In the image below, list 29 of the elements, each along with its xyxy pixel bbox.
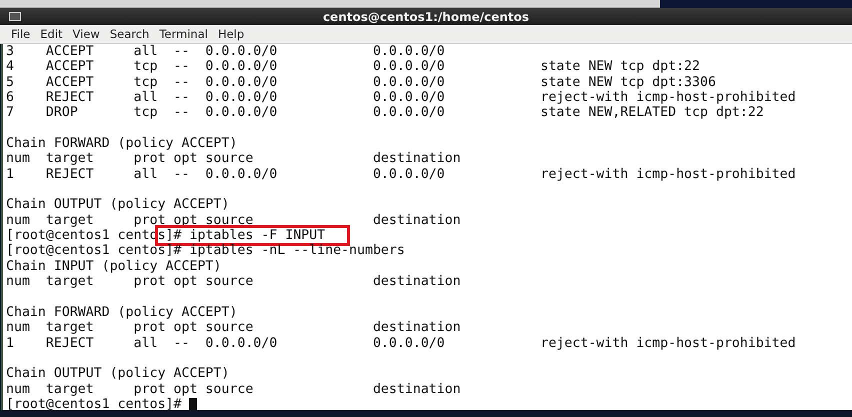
terminal-line: 5 ACCEPT tcp -- 0.0.0.0/0 0.0.0.0/0 state NEW tcp dpt:3306 <box>6 74 716 90</box>
menu-item[interactable]: Terminal <box>154 27 213 41</box>
terminal-line: 1 REJECT all -- 0.0.0.0/0 0.0.0.0/0 reject-with icmp-host-prohibited <box>6 336 796 351</box>
menu-item[interactable]: Help <box>212 27 250 41</box>
terminal-line: Chain FORWARD (policy ACCEPT) <box>6 136 238 152</box>
menu-item[interactable]: Search <box>104 27 154 41</box>
terminal-line: num target prot opt source destination <box>6 382 461 397</box>
terminal-line: 4 ACCEPT tcp -- 0.0.0.0/0 0.0.0.0/0 state NEW tcp dpt:22 <box>6 59 700 75</box>
terminal-line: num target prot opt source destination <box>6 212 461 228</box>
menu-item[interactable]: File <box>6 27 36 41</box>
terminal-line: num target prot opt source destination <box>6 274 461 290</box>
highlighted-command: s]# iptables -F INPUT <box>158 228 348 244</box>
terminal-line: num target prot opt source destination <box>6 151 461 167</box>
menu-item[interactable]: Edit <box>35 27 68 41</box>
terminal-line: Chain OUTPUT (policy ACCEPT) <box>6 366 230 382</box>
window-title: centos@centos1:/home/centos <box>322 10 530 24</box>
terminal-line: 7 DROP tcp -- 0.0.0.0/0 0.0.0.0/0 state NEW,RELATED tcp dpt:22 <box>6 105 764 121</box>
terminal-line: 6 REJECT all -- 0.0.0.0/0 0.0.0.0/0 reject-with icmp-host-prohibited <box>6 90 796 106</box>
terminal-line: num target prot opt source destination <box>6 320 461 336</box>
menu-item[interactable]: View <box>68 27 105 41</box>
terminal-line: [root@centos1 centos]# iptables -nL --line-numbers <box>6 243 405 259</box>
terminal-line: 3 ACCEPT all -- 0.0.0.0/0 0.0.0.0/0 <box>6 44 445 60</box>
terminal-line: Chain OUTPUT (policy ACCEPT) <box>6 197 230 213</box>
terminal-line: Chain FORWARD (policy ACCEPT) <box>6 304 238 320</box>
terminal-area[interactable] <box>1 44 852 410</box>
terminal-icon <box>9 12 21 21</box>
terminal-line: [root@centos1 centos]# <box>6 396 182 410</box>
terminal-line: Chain INPUT (policy ACCEPT) <box>6 258 222 274</box>
terminal-line: 1 REJECT all -- 0.0.0.0/0 0.0.0.0/0 reject-with icmp-host-prohibited <box>6 166 796 182</box>
